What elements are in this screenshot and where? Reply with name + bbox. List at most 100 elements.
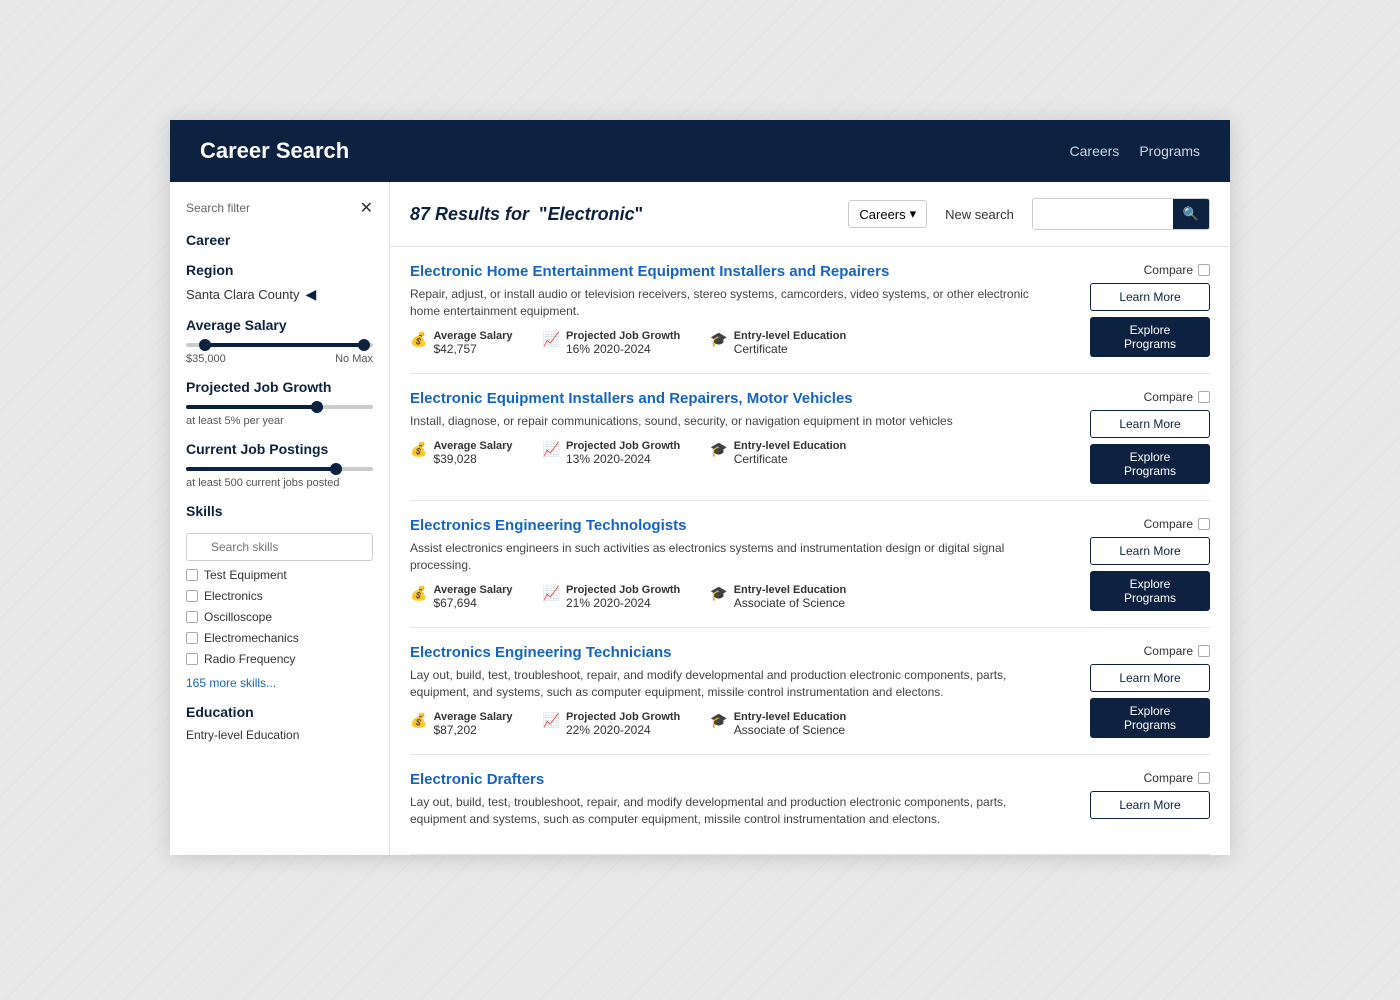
- sidebar-close-button[interactable]: ✕: [360, 198, 373, 218]
- results-count-text: 87 Results for: [410, 204, 529, 224]
- explore-button-0[interactable]: Explore Programs: [1090, 317, 1210, 357]
- more-skills-link[interactable]: 165 more skills...: [186, 676, 373, 690]
- skill-checkbox-4[interactable]: [186, 653, 198, 665]
- stat-growth-label-0: Projected Job Growth: [566, 330, 680, 342]
- compare-label-1: Compare: [1144, 390, 1193, 404]
- explore-button-1[interactable]: Explore Programs: [1090, 444, 1210, 484]
- compare-label-2: Compare: [1144, 517, 1193, 531]
- sidebar-salary-title: Average Salary: [186, 317, 373, 333]
- career-card-0: Electronic Home Entertainment Equipment …: [410, 247, 1210, 374]
- career-stats-2: 💰 Average Salary $67,694 📈 Projected Job…: [410, 584, 1060, 610]
- header: Career Search Careers Programs: [170, 120, 1230, 182]
- learn-more-button-0[interactable]: Learn More: [1090, 283, 1210, 311]
- salary-range-track[interactable]: [186, 343, 373, 347]
- career-desc-2: Assist electronics engineers in such act…: [410, 540, 1060, 574]
- stat-growth-value-2: 21% 2020-2024: [566, 596, 680, 610]
- growth-slider-thumb[interactable]: [311, 401, 323, 413]
- compare-label-3: Compare: [1144, 644, 1193, 658]
- stat-education-content-1: Entry-level Education Certificate: [734, 440, 846, 466]
- skill-item-1: Electronics: [186, 589, 373, 603]
- careers-dropdown[interactable]: Careers ▾: [848, 200, 927, 228]
- stat-education-content-0: Entry-level Education Certificate: [734, 330, 846, 356]
- explore-button-2[interactable]: Explore Programs: [1090, 571, 1210, 611]
- learn-more-button-2[interactable]: Learn More: [1090, 537, 1210, 565]
- growth-slider-track[interactable]: [186, 405, 373, 409]
- salary-thumb-max[interactable]: [358, 339, 370, 351]
- skill-item-4: Radio Frequency: [186, 652, 373, 666]
- results-count: 87 Results for "Electronic": [410, 204, 838, 225]
- sidebar-filter-label: Search filter: [186, 201, 250, 215]
- compare-checkbox-3[interactable]: [1198, 645, 1210, 657]
- search-button[interactable]: 🔍: [1173, 199, 1209, 229]
- stat-education-3: 🎓 Entry-level Education Associate of Sci…: [710, 711, 846, 737]
- career-card-1: Electronic Equipment Installers and Repa…: [410, 374, 1210, 501]
- career-actions-0: Compare Learn More Explore Programs: [1080, 263, 1210, 357]
- growth-slider-label: at least 5% per year: [186, 415, 373, 427]
- education-icon-2: 🎓: [710, 585, 727, 602]
- results-list: Electronic Home Entertainment Equipment …: [390, 247, 1230, 855]
- explore-button-3[interactable]: Explore Programs: [1090, 698, 1210, 738]
- salary-max-label: No Max: [335, 353, 373, 365]
- career-actions-1: Compare Learn More Explore Programs: [1080, 390, 1210, 484]
- career-info-4: Electronic Drafters Lay out, build, test…: [410, 771, 1060, 838]
- career-card-3: Electronics Engineering Technicians Lay …: [410, 628, 1210, 755]
- compare-checkbox-4[interactable]: [1198, 772, 1210, 784]
- growth-icon-3: 📈: [543, 712, 560, 729]
- postings-slider-thumb[interactable]: [330, 463, 342, 475]
- sidebar-career-title: Career: [186, 232, 373, 248]
- career-title-0[interactable]: Electronic Home Entertainment Equipment …: [410, 263, 1060, 280]
- compare-label-4: Compare: [1144, 771, 1193, 785]
- skill-item-3: Electromechanics: [186, 631, 373, 645]
- compare-row-3: Compare: [1144, 644, 1210, 658]
- sidebar-skills-title: Skills: [186, 503, 373, 519]
- career-stats-1: 💰 Average Salary $39,028 📈 Projected Job…: [410, 440, 1060, 466]
- salary-icon-0: 💰: [410, 331, 427, 348]
- learn-more-button-1[interactable]: Learn More: [1090, 410, 1210, 438]
- growth-icon-0: 📈: [543, 331, 560, 348]
- learn-more-button-3[interactable]: Learn More: [1090, 664, 1210, 692]
- location-icon: ◀: [305, 286, 316, 303]
- learn-more-button-4[interactable]: Learn More: [1090, 791, 1210, 819]
- stat-salary-content-0: Average Salary $42,757: [433, 330, 512, 356]
- nav-programs[interactable]: Programs: [1139, 143, 1200, 159]
- stat-growth-1: 📈 Projected Job Growth 13% 2020-2024: [543, 440, 681, 466]
- compare-checkbox-0[interactable]: [1198, 264, 1210, 276]
- salary-icon-3: 💰: [410, 712, 427, 729]
- stat-salary-label-3: Average Salary: [433, 711, 512, 723]
- career-info-1: Electronic Equipment Installers and Repa…: [410, 390, 1060, 484]
- skill-checkbox-0[interactable]: [186, 569, 198, 581]
- skills-search-wrapper: 🔍: [186, 527, 373, 561]
- career-title-1[interactable]: Electronic Equipment Installers and Repa…: [410, 390, 1060, 407]
- education-icon-0: 🎓: [710, 331, 727, 348]
- stat-salary-value-1: $39,028: [433, 452, 512, 466]
- dropdown-chevron-icon: ▾: [910, 206, 917, 222]
- compare-checkbox-1[interactable]: [1198, 391, 1210, 403]
- career-title-3[interactable]: Electronics Engineering Technicians: [410, 644, 1060, 661]
- skill-checkbox-3[interactable]: [186, 632, 198, 644]
- career-info-3: Electronics Engineering Technicians Lay …: [410, 644, 1060, 738]
- compare-checkbox-2[interactable]: [1198, 518, 1210, 530]
- nav-careers[interactable]: Careers: [1070, 143, 1120, 159]
- postings-slider-track[interactable]: [186, 467, 373, 471]
- skills-search-input[interactable]: [186, 533, 373, 561]
- salary-min-label: $35,000: [186, 353, 226, 365]
- career-actions-3: Compare Learn More Explore Programs: [1080, 644, 1210, 738]
- career-desc-4: Lay out, build, test, troubleshoot, repa…: [410, 794, 1060, 828]
- growth-icon-2: 📈: [543, 585, 560, 602]
- stat-education-0: 🎓 Entry-level Education Certificate: [710, 330, 846, 356]
- stat-salary-3: 💰 Average Salary $87,202: [410, 711, 513, 737]
- skill-checkbox-2[interactable]: [186, 611, 198, 623]
- skill-item-2: Oscilloscope: [186, 610, 373, 624]
- skill-checkbox-1[interactable]: [186, 590, 198, 602]
- new-search-button[interactable]: New search: [937, 202, 1022, 227]
- stat-salary-value-0: $42,757: [433, 342, 512, 356]
- salary-thumb-min[interactable]: [199, 339, 211, 351]
- skill-item-0: Test Equipment: [186, 568, 373, 582]
- stat-salary-content-2: Average Salary $67,694: [433, 584, 512, 610]
- stat-education-content-3: Entry-level Education Associate of Scien…: [734, 711, 846, 737]
- career-title-2[interactable]: Electronics Engineering Technologists: [410, 517, 1060, 534]
- career-title-4[interactable]: Electronic Drafters: [410, 771, 1060, 788]
- search-input[interactable]: [1033, 201, 1173, 228]
- stat-education-label-2: Entry-level Education: [734, 584, 846, 596]
- careers-dropdown-label: Careers: [859, 207, 905, 222]
